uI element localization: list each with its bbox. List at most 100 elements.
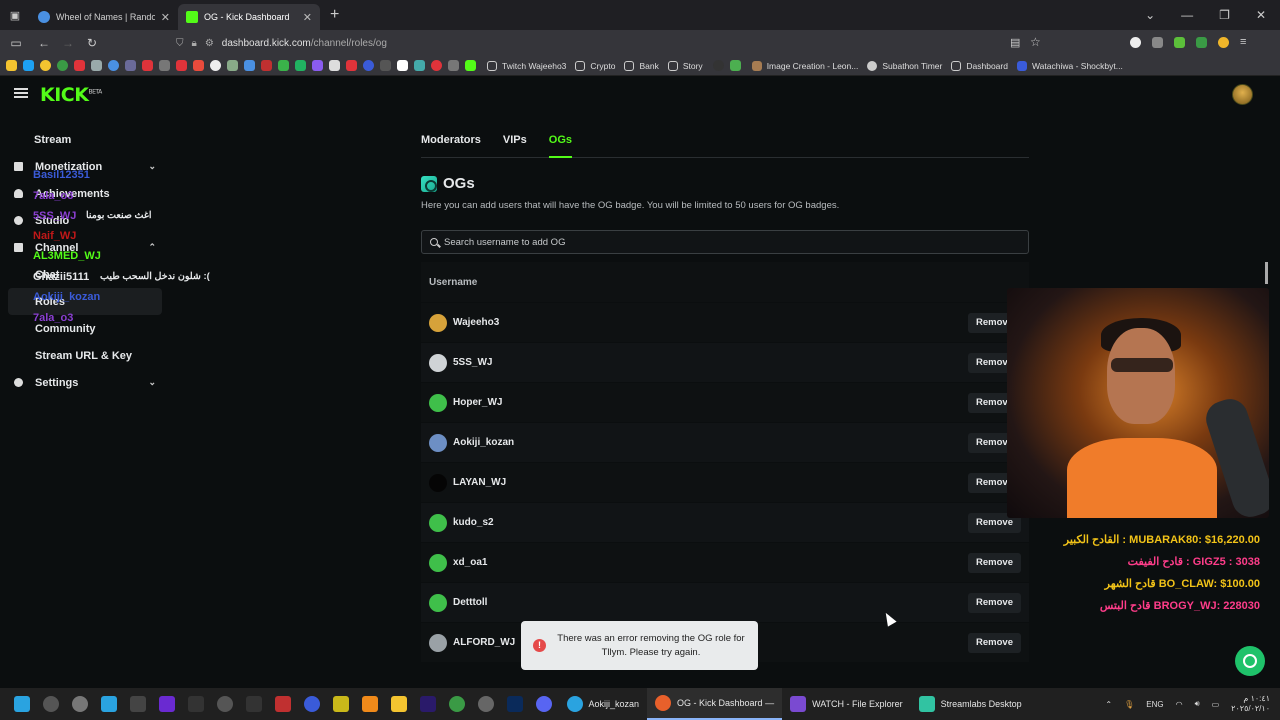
app-icon[interactable]: [101, 696, 117, 712]
sidebar-item-roles[interactable]: Roles: [8, 288, 162, 315]
sidebar-item-monetization[interactable]: Monetization ⌄: [0, 153, 170, 180]
illustrator-icon[interactable]: [362, 696, 378, 712]
app-icon[interactable]: [246, 696, 262, 712]
taskbar-app-firefox[interactable]: OG - Kick Dashboard —: [647, 688, 783, 720]
close-tab-icon[interactable]: ✕: [161, 11, 170, 24]
bookmark-watachiwa[interactable]: Watachiwa - Shockbyt...: [1016, 60, 1123, 71]
chevron-up-icon[interactable]: ⌃: [1105, 700, 1112, 709]
extension-icon[interactable]: [1130, 37, 1141, 48]
bookmark-icon[interactable]: [227, 60, 238, 71]
bookmark-icon[interactable]: [91, 60, 102, 71]
bookmark-icon[interactable]: [142, 60, 153, 71]
reader-view-icon[interactable]: ▤: [1010, 36, 1020, 49]
tab-ogs[interactable]: OGs: [548, 128, 572, 158]
back-icon[interactable]: ←: [32, 36, 56, 50]
bookmark-icon[interactable]: [380, 60, 391, 71]
browser-tab-wheel-of-names[interactable]: Wheel of Names | Random nam ✕: [30, 4, 178, 30]
battery-icon[interactable]: ▭: [1212, 700, 1220, 709]
bookmark-crypto[interactable]: Crypto: [575, 60, 615, 71]
windows-start-icon[interactable]: [14, 696, 30, 712]
site-settings-icon[interactable]: ⚙: [205, 38, 214, 49]
sidebar-item-studio[interactable]: Studio: [0, 207, 170, 234]
app-icon[interactable]: [391, 696, 407, 712]
microphone-icon[interactable]: 🎙︎: [1124, 700, 1134, 709]
bookmark-icon[interactable]: [40, 60, 51, 71]
sidebar-item-chat[interactable]: Chat: [0, 261, 170, 288]
bookmark-icon[interactable]: [193, 60, 204, 71]
sidebar-item-stream-url-key[interactable]: Stream URL & Key: [0, 342, 170, 369]
extension-icon[interactable]: [1196, 37, 1207, 48]
app-icon[interactable]: [159, 696, 175, 712]
hamburger-menu-icon[interactable]: [14, 88, 28, 98]
bookmark-image-creation[interactable]: Image Creation - Leon...: [751, 60, 858, 71]
remove-button[interactable]: Remove: [968, 633, 1021, 653]
bookmark-icon[interactable]: [176, 60, 187, 71]
bookmark-icon[interactable]: [278, 60, 289, 71]
close-window-icon[interactable]: ✕: [1256, 8, 1266, 22]
tab-vips[interactable]: VIPs: [503, 128, 527, 158]
bookmark-dashboard[interactable]: Dashboard: [951, 60, 1008, 71]
clock[interactable]: ١٠:٤١ م ٢٠٢٥/٠٢/١٠: [1231, 694, 1270, 714]
lock-icon[interactable]: 🔒︎: [192, 38, 197, 49]
app-icon[interactable]: [275, 696, 291, 712]
bookmark-story[interactable]: Story: [667, 60, 703, 71]
close-tab-icon[interactable]: ✕: [303, 11, 312, 24]
remove-button[interactable]: Remove: [968, 553, 1021, 573]
scrollbar-thumb[interactable]: [1265, 262, 1268, 284]
discord-icon[interactable]: [536, 696, 552, 712]
app-icon[interactable]: [217, 696, 233, 712]
bookmark-icon[interactable]: [244, 60, 255, 71]
maps-icon[interactable]: [43, 696, 59, 712]
taskbar-app-telegram[interactable]: Aokiji_kozan: [559, 688, 648, 720]
app-icon[interactable]: [72, 696, 88, 712]
bookmark-icon[interactable]: [261, 60, 272, 71]
photoshop-icon[interactable]: [507, 696, 523, 712]
minimize-icon[interactable]: —: [1181, 8, 1193, 22]
tab-list-icon[interactable]: ▣: [0, 9, 30, 22]
bookmark-icon[interactable]: [397, 60, 408, 71]
bookmark-icon[interactable]: [346, 60, 357, 71]
bookmark-icon[interactable]: [6, 60, 17, 71]
bookmark-icon[interactable]: [108, 60, 119, 71]
remove-button[interactable]: Remove: [968, 593, 1021, 613]
bookmark-icon[interactable]: [712, 60, 724, 71]
restore-icon[interactable]: ❐: [1219, 8, 1230, 22]
app-icon[interactable]: [449, 696, 465, 712]
url-field[interactable]: ⛉ 🔒︎ ⚙ dashboard.kick.com/channel/roles/…: [176, 34, 1056, 52]
app-icon[interactable]: [130, 696, 146, 712]
bookmark-twitch[interactable]: Twitch Wajeeho3: [487, 60, 566, 71]
sidebar-toggle-icon[interactable]: ▭: [4, 36, 28, 50]
premiere-icon[interactable]: [420, 696, 436, 712]
user-avatar[interactable]: [1232, 84, 1253, 105]
sidebar-item-stream[interactable]: Stream: [0, 126, 170, 153]
sidebar-item-achievements[interactable]: Achievements: [0, 180, 170, 207]
browser-tab-kick-dashboard[interactable]: OG - Kick Dashboard ✕: [178, 4, 320, 30]
app-icon[interactable]: [478, 696, 494, 712]
reload-icon[interactable]: ↻: [80, 36, 104, 50]
bookmark-icon[interactable]: [295, 60, 306, 71]
bookmark-icon[interactable]: [448, 60, 459, 71]
bookmark-icon[interactable]: [729, 60, 741, 71]
search-input[interactable]: [444, 236, 1004, 248]
bookmark-icon[interactable]: [125, 60, 136, 71]
volume-icon[interactable]: 🔊︎: [1195, 699, 1200, 709]
bookmark-star-icon[interactable]: ☆: [1030, 35, 1041, 49]
menu-icon[interactable]: ≡: [1240, 37, 1246, 48]
taskbar-app-streamlabs[interactable]: Streamlabs Desktop: [911, 688, 1030, 720]
vpn-shield-icon[interactable]: [1174, 37, 1185, 48]
bookmark-icon[interactable]: [465, 60, 476, 71]
app-icon[interactable]: [188, 696, 204, 712]
bookmark-icon[interactable]: [23, 60, 34, 71]
app-icon[interactable]: [333, 696, 349, 712]
tab-moderators[interactable]: Moderators: [421, 128, 481, 158]
new-tab-icon[interactable]: +: [330, 6, 339, 24]
shield-icon[interactable]: ⛉: [176, 38, 184, 49]
sidebar-item-channel[interactable]: Channel ⌃: [0, 234, 170, 261]
app-icon[interactable]: [304, 696, 320, 712]
kick-logo[interactable]: KICKBETA: [40, 84, 102, 106]
sidebar-item-settings[interactable]: Settings ⌄: [0, 369, 170, 396]
bookmark-icon[interactable]: [74, 60, 85, 71]
language-indicator[interactable]: ENG: [1146, 700, 1163, 709]
bookmark-icon[interactable]: [312, 60, 323, 71]
bookmark-icon[interactable]: [159, 60, 170, 71]
